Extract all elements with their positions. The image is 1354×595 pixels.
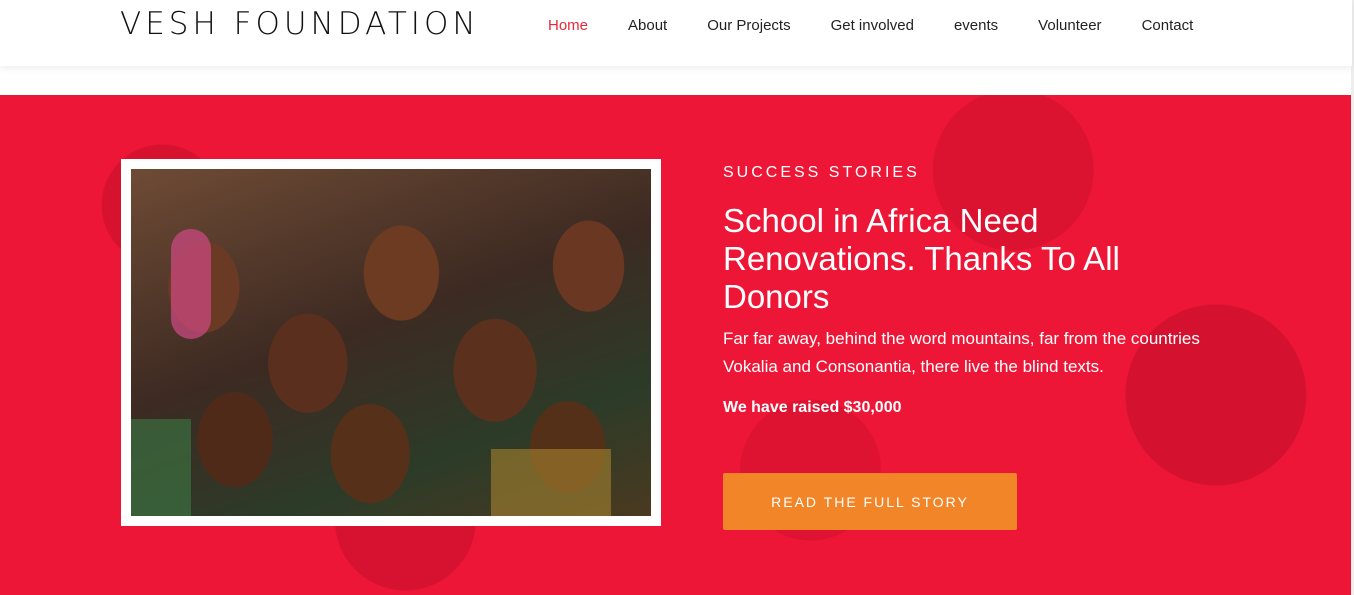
nav-our-projects[interactable]: Our Projects: [707, 17, 790, 34]
main-nav: Home About Our Projects Get involved eve…: [548, 17, 1233, 34]
site-header: VESH FOUNDATION Home About Our Projects …: [0, 0, 1352, 66]
amount-raised: We have raised $30,000: [723, 399, 902, 416]
nav-events[interactable]: events: [954, 17, 998, 34]
photo-detail-clothing: [131, 419, 191, 516]
success-story-section: SUCCESS STORIES School in Africa Need Re…: [0, 95, 1351, 595]
story-description: Far far away, behind the word mountains,…: [723, 329, 1200, 376]
photo-frame: [121, 159, 661, 526]
nav-volunteer[interactable]: Volunteer: [1038, 17, 1101, 34]
nav-get-involved[interactable]: Get involved: [831, 17, 914, 34]
children-photo: [131, 169, 651, 516]
story-title: School in Africa Need Renovations. Thank…: [723, 202, 1243, 316]
photo-detail-shirt: [491, 449, 611, 516]
section-eyebrow: SUCCESS STORIES: [723, 164, 920, 181]
read-full-story-button[interactable]: READ THE FULL STORY: [723, 473, 1017, 530]
story-title-line-2: Renovations. Thanks To All: [723, 240, 1120, 277]
photo-detail-scarf: [171, 229, 211, 339]
nav-contact[interactable]: Contact: [1142, 17, 1194, 34]
story-title-line-1: School in Africa Need: [723, 202, 1039, 239]
nav-about[interactable]: About: [628, 17, 667, 34]
nav-home[interactable]: Home: [548, 17, 588, 34]
story-title-line-3: Donors: [723, 278, 830, 315]
brand-logo[interactable]: VESH FOUNDATION: [120, 6, 480, 42]
